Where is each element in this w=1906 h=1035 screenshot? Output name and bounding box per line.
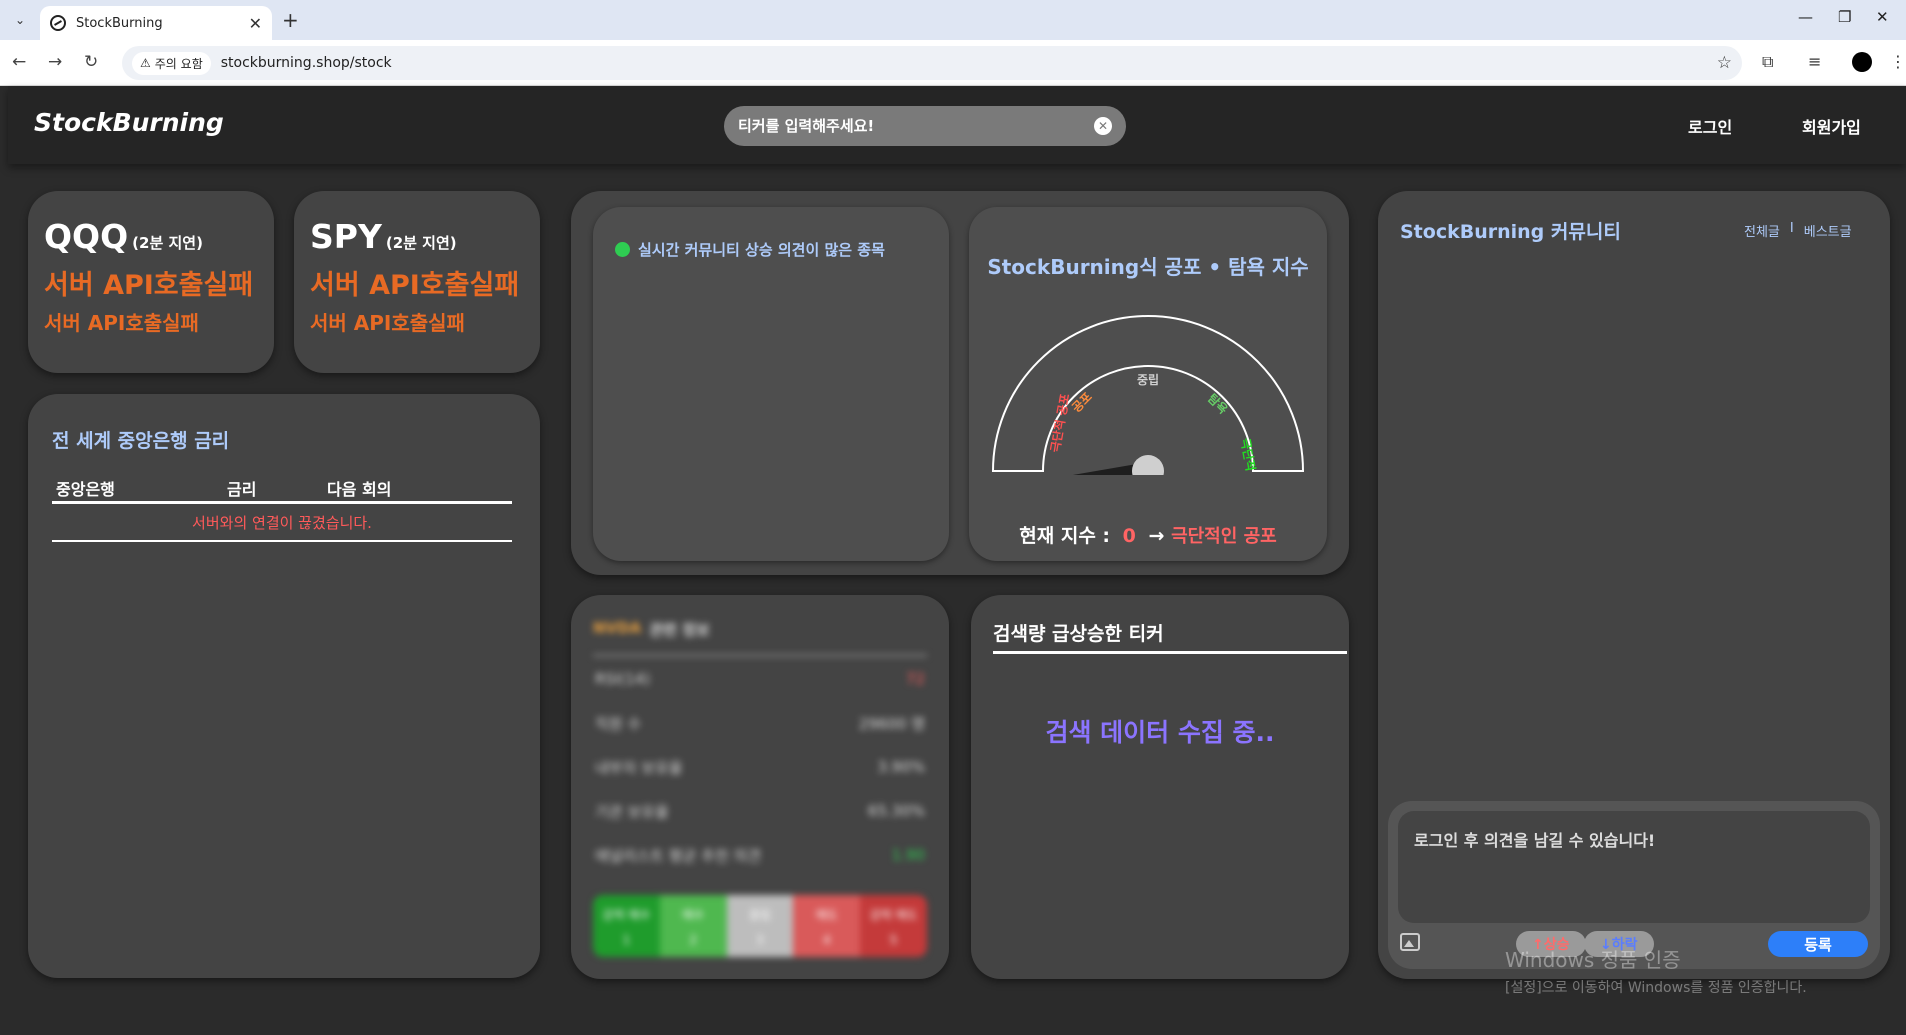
watermark-line2: [설정]으로 이동하여 Windows를 정품 인증합니다.: [1505, 980, 1807, 996]
arrow: →: [1148, 525, 1165, 547]
info-row: 내부자 보유율 3.90%: [595, 758, 925, 777]
omnibox[interactable]: ⚠ 주의 요함 stockburning.shop/stock ☆: [122, 46, 1742, 80]
image-upload-icon[interactable]: [1400, 933, 1420, 951]
search-surge-card: 검색량 급상승한 티커 검색 데이터 수집 중..: [971, 595, 1349, 979]
ticker-name: QQQ (2분 지연): [44, 217, 203, 256]
ticker-search-input[interactable]: [738, 117, 1094, 135]
info-title: 관련 정보: [649, 621, 710, 639]
scale-strong-sell: 강력 매도 5: [860, 895, 927, 957]
info-header: NVDA 관련 정보: [593, 619, 927, 657]
column-header: 금리: [227, 479, 257, 499]
best-posts-link[interactable]: 베스트글: [1804, 221, 1852, 240]
live-indicator-icon: [615, 242, 630, 257]
browser-tab[interactable]: StockBurning ✕: [40, 6, 272, 40]
search-surge-loading: 검색 데이터 수집 중..: [1045, 718, 1275, 747]
vote-down-button[interactable]: ↓하락: [1584, 931, 1654, 957]
back-icon[interactable]: ←: [12, 52, 26, 72]
trending-title: 실시간 커뮤니티 상승 의견이 많은 종목: [615, 239, 885, 260]
ticker-card-spy: SPY (2분 지연) 서버 API호출실패 서버 API호출실패: [294, 191, 540, 373]
site-header: StockBurning ✕ 로그인 회원가입: [8, 86, 1906, 164]
ticker-change: 서버 API호출실패: [310, 311, 465, 335]
current-index-status: 극단적인 공포: [1171, 526, 1277, 547]
info-row: 직원 수 29600 명: [595, 714, 925, 733]
current-index-label: 현재 지수 :: [1019, 525, 1111, 547]
minimize-icon[interactable]: —: [1798, 8, 1813, 26]
column-header: 다음 회의: [327, 479, 392, 499]
close-window-icon[interactable]: ✕: [1876, 8, 1889, 26]
ticker-search[interactable]: ✕: [724, 106, 1126, 146]
central-bank-table: 중앙은행 금리 다음 회의 서버와의 연결이 끊겼습니다.: [52, 474, 512, 542]
reload-icon[interactable]: ↻: [84, 52, 98, 72]
top-middle-panel: 실시간 커뮤니티 상승 의견이 많은 종목 StockBurning식 공포 •…: [571, 191, 1349, 575]
url-text[interactable]: stockburning.shop/stock: [221, 55, 1717, 71]
security-chip[interactable]: ⚠ 주의 요함: [132, 51, 211, 75]
central-bank-title: 전 세계 중앙은행 금리: [52, 430, 230, 452]
tab-title: StockBurning: [76, 15, 163, 31]
gauge-needle: [1072, 462, 1148, 475]
fear-greed-card: StockBurning식 공포 • 탐욕 지수 극단적 공포 공포 중립 탐욕…: [969, 207, 1327, 561]
ticker-price: 서버 API호출실패: [44, 270, 254, 301]
media-icon[interactable]: ≡: [1808, 52, 1821, 71]
info-row: 기관 보유율 65.30%: [595, 802, 925, 821]
warning-icon: ⚠: [140, 56, 151, 70]
security-chip-label: 주의 요함: [154, 56, 203, 71]
trending-title-text: 실시간 커뮤니티 상승 의견이 많은 종목: [638, 241, 885, 259]
search-surge-title: 검색량 급상승한 티커: [993, 623, 1164, 645]
restore-icon[interactable]: ❐: [1838, 8, 1851, 26]
browser-tabbar: ⌄ StockBurning ✕ + — ❐ ✕: [0, 0, 1906, 40]
tab-search-dropdown-icon[interactable]: ⌄: [8, 8, 32, 32]
new-tab-icon[interactable]: +: [282, 8, 299, 32]
close-tab-icon[interactable]: ✕: [249, 14, 262, 33]
community-card: StockBurning 커뮤니티 전체글 I 베스트글 로그인 후 의견을 남…: [1378, 191, 1890, 979]
forward-icon[interactable]: →: [48, 52, 62, 72]
submit-button[interactable]: 등록: [1768, 931, 1868, 957]
vote-up-button[interactable]: ↑상승: [1516, 931, 1586, 957]
ticker-card-qqq: QQQ (2분 지연) 서버 API호출실패 서버 API호출실패: [28, 191, 274, 373]
scale-strong-buy: 강력 매수 1: [593, 895, 660, 957]
all-posts-link[interactable]: 전체글: [1744, 221, 1780, 240]
gauge-hub: [1132, 455, 1164, 475]
site-logo[interactable]: StockBurning: [34, 108, 224, 137]
info-ticker: NVDA: [593, 619, 642, 637]
bookmark-star-icon[interactable]: ☆: [1717, 53, 1732, 73]
info-row: 애널리스트 평균 추천 의견 1.90: [595, 846, 925, 865]
community-title: StockBurning 커뮤니티: [1400, 221, 1621, 243]
comment-composer: 로그인 후 의견을 남길 수 있습니다! ↑상승 ↓하락 등록: [1388, 801, 1880, 969]
login-link[interactable]: 로그인: [1688, 114, 1732, 138]
ticker-name: SPY (2분 지연): [310, 217, 457, 256]
address-toolbar: ← → ↻ ⚠ 주의 요함 stockburning.shop/stock ☆ …: [0, 40, 1906, 86]
ticker-info-card: NVDA 관련 정보 RSI(14) 72 직원 수 29600 명 내부자 보유율…: [571, 595, 949, 979]
fear-greed-current: 현재 지수 : 0 → 극단적인 공포: [969, 521, 1327, 548]
trending-card: 실시간 커뮤니티 상승 의견이 많은 종목: [593, 207, 949, 561]
central-bank-card: 전 세계 중앙은행 금리 중앙은행 금리 다음 회의 서버와의 연결이 끊겼습니…: [28, 394, 540, 978]
signup-link[interactable]: 회원가입: [1802, 114, 1861, 138]
gauge-label-neutral: 중립: [1137, 373, 1159, 387]
ticker-change: 서버 API호출실패: [44, 311, 199, 335]
table-header: 중앙은행 금리 다음 회의: [52, 474, 512, 504]
divider: [993, 651, 1347, 654]
current-index-value: 0: [1122, 525, 1136, 547]
info-row: RSI(14) 72: [595, 670, 925, 688]
connection-error-message: 서버와의 연결이 끊겼습니다.: [52, 504, 512, 542]
profile-avatar[interactable]: [1852, 52, 1872, 72]
column-header: 중앙은행: [56, 479, 115, 499]
scale-sell: 매도 4: [793, 895, 861, 957]
fear-greed-gauge: 극단적 공포 공포 중립 탐욕 극단적 탐욕: [991, 315, 1305, 475]
extensions-icon[interactable]: ⧉: [1762, 52, 1773, 72]
site-favicon-icon: [50, 15, 66, 31]
fear-greed-title: StockBurning식 공포 • 탐욕 지수: [987, 255, 1309, 279]
ticker-price: 서버 API호출실패: [310, 270, 520, 301]
comment-textarea[interactable]: 로그인 후 의견을 남길 수 있습니다!: [1398, 811, 1870, 923]
scale-neutral: 중립 3: [726, 895, 794, 957]
community-links: 전체글 I 베스트글: [1744, 221, 1852, 240]
recommendation-scale: 강력 매수 1 매수 2 중립 3 매도 4 강력 매도 5: [593, 895, 927, 957]
blurred-info-content: NVDA 관련 정보 RSI(14) 72 직원 수 29600 명 내부자 보유율…: [593, 619, 927, 971]
menu-icon[interactable]: ⋮: [1890, 52, 1906, 71]
clear-search-icon[interactable]: ✕: [1094, 117, 1112, 135]
link-separator: I: [1789, 221, 1794, 236]
scale-buy: 매수 2: [659, 895, 727, 957]
